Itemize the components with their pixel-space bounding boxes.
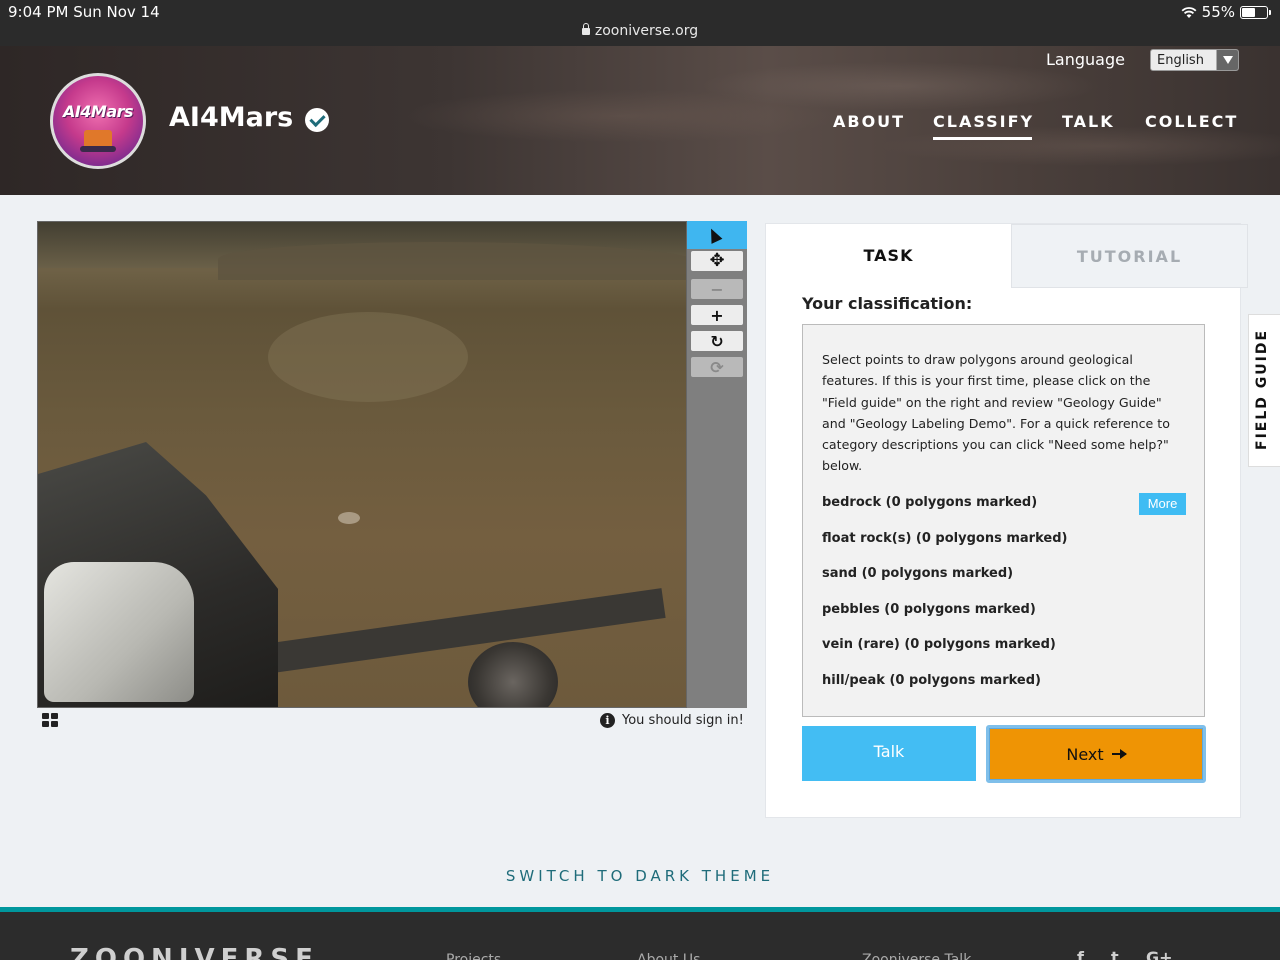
answer-vein[interactable]: vein (rare) (0 polygons marked) — [822, 637, 1056, 652]
zoom-in-button[interactable]: + — [691, 305, 743, 325]
project-logo[interactable]: AI4Mars — [50, 73, 146, 169]
status-bar: 9:04 PM Sun Nov 14 zooniverse.org 55% — [0, 0, 1280, 46]
sign-in-text: You should sign in! — [622, 713, 744, 728]
rover-rtg — [44, 562, 194, 702]
google-plus-icon[interactable]: G+ — [1146, 948, 1173, 960]
project-title[interactable]: AI4Mars — [169, 102, 293, 133]
grid-view-icon[interactable] — [42, 713, 58, 727]
nav-collect[interactable]: COLLECT — [1145, 112, 1238, 131]
mars-hills — [218, 242, 686, 280]
language-select[interactable]: English — [1150, 49, 1239, 71]
rover-icon — [80, 130, 116, 152]
facebook-icon[interactable]: f — [1077, 948, 1084, 960]
battery-icon — [1240, 5, 1271, 19]
task-panel: TASK TUTORIAL Your classification: Selec… — [765, 223, 1248, 818]
select-tool-button[interactable] — [687, 221, 747, 249]
field-guide-tab[interactable]: FIELD GUIDE — [1248, 314, 1280, 467]
rotate-icon: ↻ — [710, 331, 724, 351]
answer-pebbles[interactable]: pebbles (0 polygons marked) — [822, 602, 1036, 617]
wifi-icon — [1181, 7, 1197, 18]
mars-ground-patch — [268, 312, 468, 402]
reset-button[interactable]: ⟳ — [691, 357, 743, 377]
lock-icon — [581, 23, 590, 35]
footer-link-talk[interactable]: Zooniverse Talk — [862, 952, 971, 960]
move-icon: ✥ — [709, 250, 725, 271]
subject-image[interactable] — [37, 221, 687, 708]
reset-icon: ⟳ — [710, 357, 724, 377]
answer-hill-peak[interactable]: hill/peak (0 polygons marked) — [822, 673, 1041, 688]
answer-float-rock[interactable]: float rock(s) (0 polygons marked) — [822, 531, 1067, 546]
footer-link-projects[interactable]: Projects — [446, 952, 501, 960]
project-header: AI4Mars AI4Mars Language English ABOUT C… — [0, 46, 1280, 195]
field-guide-label: FIELD GUIDE — [1254, 328, 1270, 450]
twitter-icon[interactable]: t — [1111, 948, 1119, 960]
nav-classify[interactable]: CLASSIFY — [933, 112, 1034, 140]
viewer-toolbar: ✥ − + ↻ ⟳ — [687, 221, 747, 708]
rotate-button[interactable]: ↻ — [691, 331, 743, 351]
classification-heading: Your classification: — [802, 294, 973, 313]
sign-in-note: i You should sign in! — [600, 713, 744, 728]
dark-theme-toggle[interactable]: SWITCH TO DARK THEME — [0, 867, 1280, 885]
next-label: Next — [1066, 744, 1104, 764]
info-icon: i — [600, 713, 615, 728]
more-button[interactable]: More — [1139, 493, 1186, 515]
verified-check-icon — [305, 108, 329, 132]
url-text: zooniverse.org — [594, 23, 699, 39]
tab-task[interactable]: TASK — [766, 224, 1011, 288]
nav-about[interactable]: ABOUT — [833, 112, 905, 131]
cursor-icon — [705, 226, 723, 244]
address-bar[interactable]: zooniverse.org — [0, 23, 1280, 39]
task-instructions: Select points to draw polygons around ge… — [822, 352, 1170, 474]
chevron-down-icon — [1216, 50, 1238, 70]
rover-wheel — [468, 642, 558, 707]
status-time: 9:04 PM Sun Nov 14 — [8, 3, 160, 21]
task-box: Select points to draw polygons around ge… — [802, 324, 1205, 717]
talk-button[interactable]: Talk — [802, 726, 976, 781]
language-value: English — [1157, 53, 1204, 68]
language-label: Language — [1046, 50, 1125, 69]
footer-link-about[interactable]: About Us — [637, 952, 700, 960]
answer-bedrock[interactable]: bedrock (0 polygons marked) — [822, 495, 1037, 510]
battery-percent: 55% — [1201, 3, 1235, 21]
pan-tool-button[interactable]: ✥ — [691, 251, 743, 271]
arrow-right-icon — [1111, 749, 1127, 759]
status-indicators: 55% — [1181, 3, 1271, 21]
zoom-out-icon: − — [710, 279, 724, 299]
zoom-out-button[interactable]: − — [691, 279, 743, 299]
zoom-in-icon: + — [710, 305, 724, 325]
nav-talk[interactable]: TALK — [1062, 112, 1115, 131]
mars-rock — [338, 512, 360, 524]
tab-tutorial[interactable]: TUTORIAL — [1011, 224, 1248, 288]
answer-sand[interactable]: sand (0 polygons marked) — [822, 566, 1013, 581]
logo-text: AI4Mars — [62, 102, 134, 121]
next-button[interactable]: Next — [986, 725, 1206, 783]
zooniverse-logo[interactable]: ZOONIVERSE — [70, 944, 319, 960]
footer: ZOONIVERSE Projects About Us Zooniverse … — [0, 907, 1280, 960]
